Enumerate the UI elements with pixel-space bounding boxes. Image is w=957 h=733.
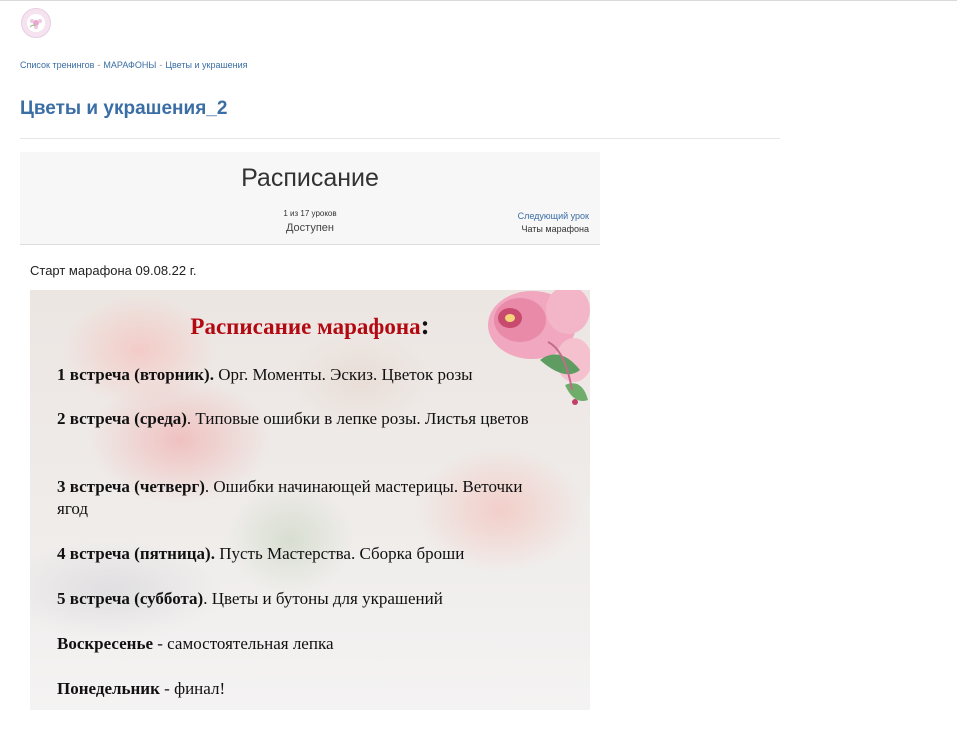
flower-logo-icon: [29, 19, 42, 29]
lesson-title: Расписание: [241, 164, 379, 192]
site-logo[interactable]: [21, 8, 51, 38]
breadcrumb-separator: -: [97, 60, 101, 70]
schedule-item-description: Орг. Моменты. Эскиз. Цветок розы: [213, 365, 473, 384]
schedule-item: 3 встреча (четверг). Ошибки начинающей м…: [57, 476, 547, 520]
schedule-item-day: 4 встреча (пятница).: [57, 544, 215, 563]
schedule-item: 2 встреча (среда). Типовые ошибки в лепк…: [57, 408, 547, 430]
breadcrumb-flowers-decorations[interactable]: Цветы и украшения: [165, 60, 247, 70]
marathon-chats-link[interactable]: Чаты марафона: [522, 224, 590, 234]
page-title: Цветы и украшения_2: [20, 98, 228, 119]
schedule-item-day: 5 встреча (суббота): [57, 589, 204, 608]
schedule-item-day: 3 встреча (четверг): [57, 477, 205, 496]
schedule-item-description: . Типовые ошибки в лепке розы. Листья цв…: [186, 409, 529, 428]
schedule-item-day: 1 встреча (вторник).: [57, 365, 214, 384]
schedule-item: Воскресенье - самостоятельная лепка: [57, 633, 547, 655]
next-lesson-link[interactable]: Следующий урок: [518, 211, 589, 221]
schedule-item-description: Пусть Мастерства. Сборка броши: [214, 544, 465, 563]
marathon-start-text: Старт марафона 09.08.22 г.: [30, 263, 197, 278]
schedule-heading: Расписание марафона:: [30, 310, 590, 341]
lesson-status: Доступен: [285, 222, 334, 234]
breadcrumb: Список тренингов - МАРАФОНЫ - Цветы и украше…: [20, 60, 248, 70]
schedule-item-description: . Цветы и бутоны для украшений: [203, 589, 443, 608]
title-divider: [20, 138, 780, 139]
schedule-item: 4 встреча (пятница). Пусть Мастерства. С…: [57, 543, 547, 565]
schedule-image: Расписание марафона: 1 встреча (вторник)…: [30, 290, 590, 710]
peony-flower-decoration: [488, 290, 590, 405]
lesson-progress: 1 из 17 уроков: [283, 209, 337, 218]
schedule-item-description: - самостоятельная лепка: [153, 634, 334, 653]
schedule-item: 1 встреча (вторник). Орг. Моменты. Эскиз…: [57, 364, 547, 386]
top-border: [0, 0, 957, 1]
breadcrumb-marathons[interactable]: МАРАФОНЫ: [103, 60, 156, 70]
lesson-header: Расписание 1 из 17 уроков Доступен Следу…: [20, 152, 600, 245]
schedule-item: 5 встреча (суббота). Цветы и бутоны для …: [57, 588, 547, 610]
schedule-item-day: Воскресенье: [57, 634, 154, 653]
schedule-item-description: - финал!: [159, 679, 226, 698]
breadcrumb-separator: -: [159, 60, 163, 70]
schedule-item: Понедельник - финал!: [57, 678, 547, 700]
schedule-heading-text: Расписание марафона: [190, 314, 421, 339]
schedule-heading-colon: :: [420, 310, 430, 340]
breadcrumb-trainings-list[interactable]: Список тренингов: [20, 60, 94, 70]
schedule-item-day: Понедельник: [57, 679, 160, 698]
schedule-item-day: 2 встреча (среда): [57, 409, 187, 428]
